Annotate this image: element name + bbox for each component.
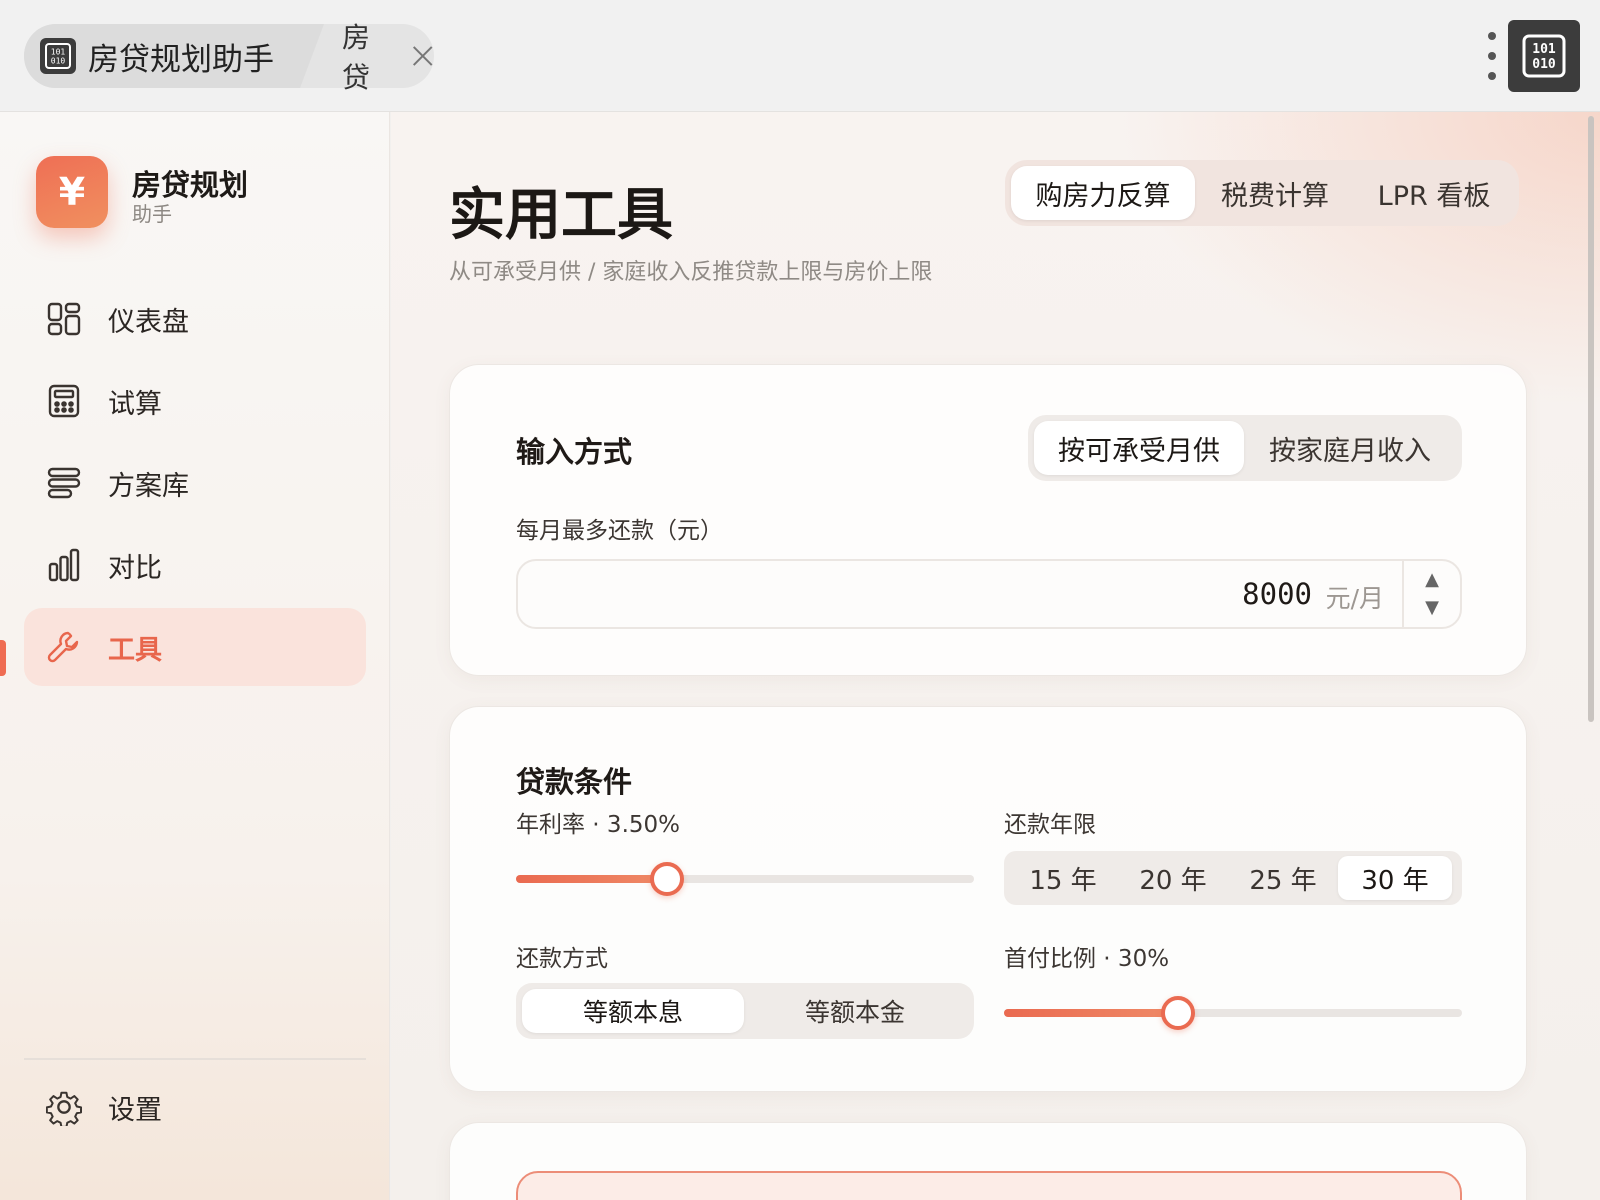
input-method-title: 输入方式 <box>516 435 633 469</box>
sidebar-item-label: 方案库 <box>108 470 189 502</box>
tab-title: 房贷规划助手 <box>88 41 274 78</box>
method-label: 还款方式 <box>516 946 608 972</box>
down-payment-label: 首付比例 · 30% <box>1004 946 1170 972</box>
sidebar-item-plans[interactable]: 方案库 <box>24 444 366 522</box>
close-icon[interactable] <box>411 43 434 69</box>
brand-subtitle: 助手 <box>132 202 172 226</box>
tab-lpr[interactable]: LPR 看板 <box>1355 166 1513 220</box>
sidebar: ¥ 房贷规划 助手 仪表盘 试算 方案库 对比 工具 设置 <box>0 112 390 1200</box>
method-equal-installment[interactable]: 等额本息 <box>522 989 744 1033</box>
tab-tax[interactable]: 税费计算 <box>1195 166 1355 220</box>
max-payment-input[interactable]: 8000 元/月 ▲ ▼ <box>516 559 1462 629</box>
sidebar-item-dashboard[interactable]: 仪表盘 <box>24 280 366 358</box>
input-method-card: 输入方式 按可承受月供 按家庭月收入 每月最多还款（元） 8000 元/月 ▲ … <box>449 364 1527 676</box>
down-payment-slider-thumb[interactable] <box>1161 996 1196 1030</box>
repayment-method-toggle: 等额本息 等额本金 <box>516 983 974 1039</box>
tab-group: 101 010 房贷规划助手 房贷 <box>24 21 434 94</box>
down-payment-slider-fill <box>1004 1009 1179 1017</box>
wrench-icon <box>46 629 82 665</box>
term-20[interactable]: 20 年 <box>1118 856 1228 900</box>
sidebar-item-settings[interactable]: 设置 <box>24 1068 366 1146</box>
sidebar-item-label: 对比 <box>108 552 162 584</box>
term-30[interactable]: 30 年 <box>1338 856 1452 900</box>
binary-extension-icon[interactable]: 101 010 <box>1508 20 1580 92</box>
calculator-icon <box>46 383 82 419</box>
tab-mortgage[interactable]: 房贷 <box>318 21 434 94</box>
stepper-down-icon[interactable]: ▼ <box>1425 594 1439 622</box>
rate-label: 年利率 · 3.50% <box>516 812 680 838</box>
input-mode-toggle: 按可承受月供 按家庭月收入 <box>1028 415 1462 481</box>
scrollbar-thumb[interactable] <box>1588 116 1594 722</box>
tab-mortgage-label: 房贷 <box>342 21 371 94</box>
stepper-up-icon[interactable]: ▲ <box>1425 566 1439 594</box>
sidebar-item-compare[interactable]: 对比 <box>24 526 366 604</box>
down-payment-slider[interactable] <box>1004 996 1462 1030</box>
sidebar-item-label: 仪表盘 <box>108 306 189 338</box>
tab-affordability[interactable]: 购房力反算 <box>1011 166 1195 220</box>
sidebar-item-label: 工具 <box>108 634 162 666</box>
sidebar-item-calculator[interactable]: 试算 <box>24 362 366 440</box>
brand-logo: ¥ <box>36 156 108 228</box>
binary-app-icon: 101 010 <box>40 38 76 74</box>
bar-chart-icon <box>46 547 82 583</box>
term-selector: 15 年 20 年 25 年 30 年 <box>1004 851 1462 905</box>
svg-text:101: 101 <box>1532 42 1556 57</box>
sidebar-item-label: 设置 <box>108 1094 162 1126</box>
svg-text:010: 010 <box>51 57 66 66</box>
rate-slider-thumb[interactable] <box>650 862 685 896</box>
tab-app[interactable]: 101 010 房贷规划助手 <box>24 24 324 88</box>
window-titlebar: 101 010 房贷规划助手 房贷 101 010 <box>0 0 1600 112</box>
dashboard-icon <box>46 301 82 337</box>
mode-monthly-payment[interactable]: 按可承受月供 <box>1034 421 1244 475</box>
max-payment-label: 每月最多还款（元） <box>516 518 723 544</box>
number-stepper[interactable]: ▲ ▼ <box>1402 561 1460 627</box>
max-payment-unit: 元/月 <box>1325 584 1384 613</box>
result-card <box>449 1122 1527 1200</box>
term-label: 还款年限 <box>1004 812 1096 838</box>
tool-tabs: 购房力反算 税费计算 LPR 看板 <box>1005 160 1519 226</box>
active-indicator <box>0 640 6 676</box>
mode-household-income[interactable]: 按家庭月收入 <box>1244 421 1456 475</box>
rate-slider-fill <box>516 875 668 883</box>
more-menu-icon[interactable] <box>1482 32 1502 80</box>
stack-icon <box>46 465 82 501</box>
term-15[interactable]: 15 年 <box>1008 856 1118 900</box>
loan-conditions-card: 贷款条件 年利率 · 3.50% 还款年限 15 年 20 年 25 年 30 … <box>449 706 1527 1092</box>
sidebar-item-tools[interactable]: 工具 <box>24 608 366 686</box>
max-payment-value[interactable]: 8000 <box>1242 577 1312 611</box>
term-25[interactable]: 25 年 <box>1228 856 1338 900</box>
loan-conditions-title: 贷款条件 <box>516 765 633 799</box>
result-banner <box>516 1171 1462 1200</box>
svg-text:010: 010 <box>1532 57 1556 72</box>
sidebar-item-label: 试算 <box>108 388 162 420</box>
page-title: 实用工具 <box>449 183 673 248</box>
method-equal-principal[interactable]: 等额本金 <box>744 989 966 1033</box>
gear-icon <box>46 1089 82 1126</box>
divider <box>24 1058 366 1060</box>
page-subtitle: 从可承受月供 / 家庭收入反推贷款上限与房价上限 <box>449 260 933 285</box>
main-content: 实用工具 从可承受月供 / 家庭收入反推贷款上限与房价上限 购房力反算 税费计算… <box>391 112 1600 1200</box>
svg-text:101: 101 <box>51 48 66 57</box>
rate-slider[interactable] <box>516 862 974 896</box>
